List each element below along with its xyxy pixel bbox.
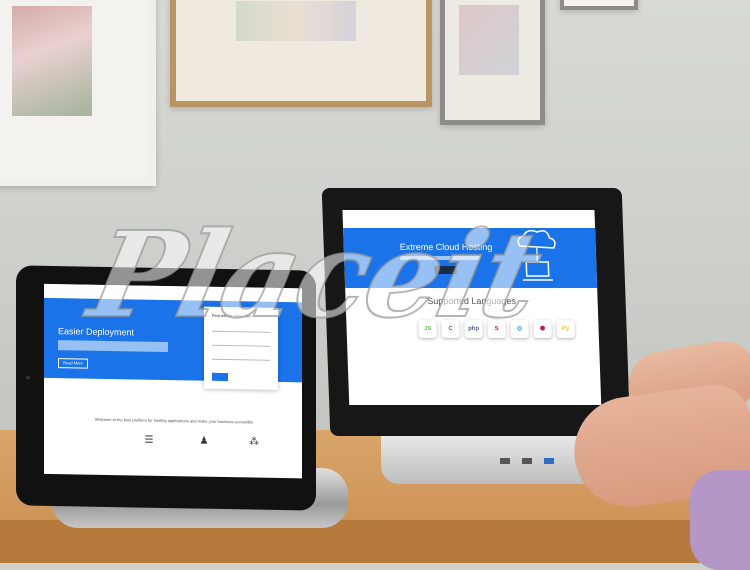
language-badge: ⬢ bbox=[533, 320, 552, 338]
picture-frame bbox=[440, 0, 545, 125]
shirt-sleeve bbox=[690, 470, 750, 570]
tablet-hero-text bbox=[58, 340, 168, 352]
laptop-screen: Extreme Cloud Hosting Supported Language… bbox=[342, 210, 601, 405]
user-icon: ♟ bbox=[199, 437, 209, 447]
language-badge: Py bbox=[556, 320, 575, 338]
tablet-caption: Welcome to the best platform for hosting… bbox=[74, 416, 274, 424]
tablet-form-field[interactable] bbox=[212, 353, 270, 361]
language-badge: php bbox=[464, 320, 483, 338]
tablet-read-more-button[interactable]: Read More bbox=[58, 358, 88, 369]
language-badge: C bbox=[441, 320, 460, 338]
tablet-device: Easier Deployment Read More Request for … bbox=[16, 265, 316, 510]
laptop-port bbox=[500, 458, 510, 464]
language-badge: JS bbox=[418, 320, 437, 338]
server-icon: ☰ bbox=[144, 436, 154, 446]
laptop-lid: Extreme Cloud Hosting Supported Language… bbox=[322, 188, 631, 436]
languages-title: Supported Languages bbox=[345, 296, 597, 306]
tablet-hero-title: Easier Deployment bbox=[58, 326, 134, 337]
tablet-form-field[interactable] bbox=[212, 325, 270, 333]
tablet-form-title: Request for more info bbox=[212, 313, 250, 319]
tablet-screen: Easier Deployment Read More Request for … bbox=[44, 284, 302, 479]
tablet-camera bbox=[26, 376, 30, 380]
picture-frame bbox=[0, 0, 156, 186]
laptop-port bbox=[522, 458, 532, 464]
tablet-form-submit-button[interactable] bbox=[212, 373, 228, 381]
tablet-contact-form: Request for more info bbox=[204, 307, 278, 390]
cloud-computer-icon bbox=[511, 228, 563, 286]
network-icon: ⁂ bbox=[249, 437, 259, 447]
language-badge: S bbox=[487, 320, 506, 338]
picture-frame bbox=[170, 0, 432, 107]
language-badge: ◎ bbox=[510, 320, 529, 338]
laptop-read-more-button[interactable] bbox=[434, 266, 456, 274]
laptop-usb-port bbox=[544, 458, 554, 464]
laptop-hero-title: Extreme Cloud Hosting bbox=[400, 242, 493, 252]
laptop-hero-subtitle bbox=[400, 256, 480, 260]
picture-frame bbox=[560, 0, 638, 10]
laptop-hero: Extreme Cloud Hosting bbox=[343, 228, 597, 288]
tablet-form-field[interactable] bbox=[212, 339, 270, 347]
